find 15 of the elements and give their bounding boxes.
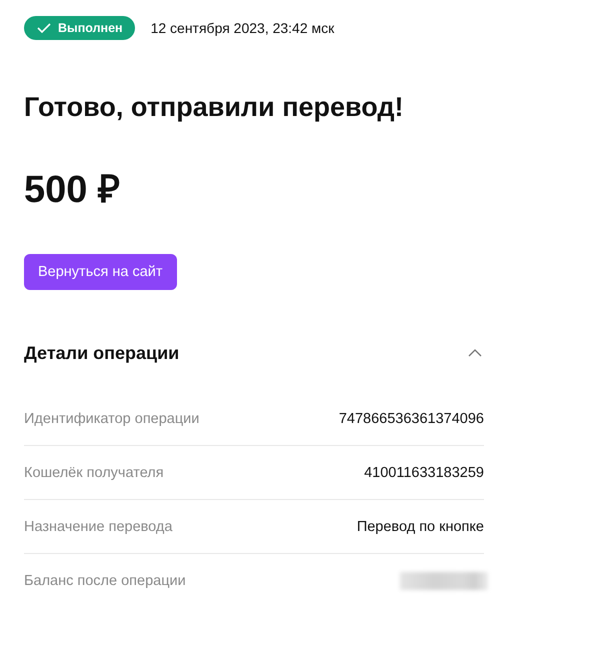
date-text: 12 сентября 2023, 23:42 мск — [150, 20, 334, 36]
detail-value: Перевод по кнопке — [356, 518, 484, 534]
detail-label: Баланс после операции — [24, 572, 186, 588]
chevron-icon[interactable] — [468, 349, 482, 357]
section-title: Детали операции — [24, 342, 180, 364]
detail-label: Кошелёк получателя — [24, 464, 164, 480]
detail-value: 747866536361374096 — [338, 410, 484, 426]
detail-value: 410011633183259 — [364, 464, 484, 480]
status-badge: Выполнен — [24, 16, 135, 40]
detail-label: Идентификатор операции — [24, 410, 200, 426]
page-title: Готово, отправили перевод! — [24, 91, 405, 124]
back-button[interactable]: Вернуться на сайт — [24, 254, 177, 290]
detail-label: Назначение перевода — [24, 518, 172, 534]
check-icon — [37, 23, 51, 33]
amount-text: 500 ₽ — [24, 168, 121, 212]
